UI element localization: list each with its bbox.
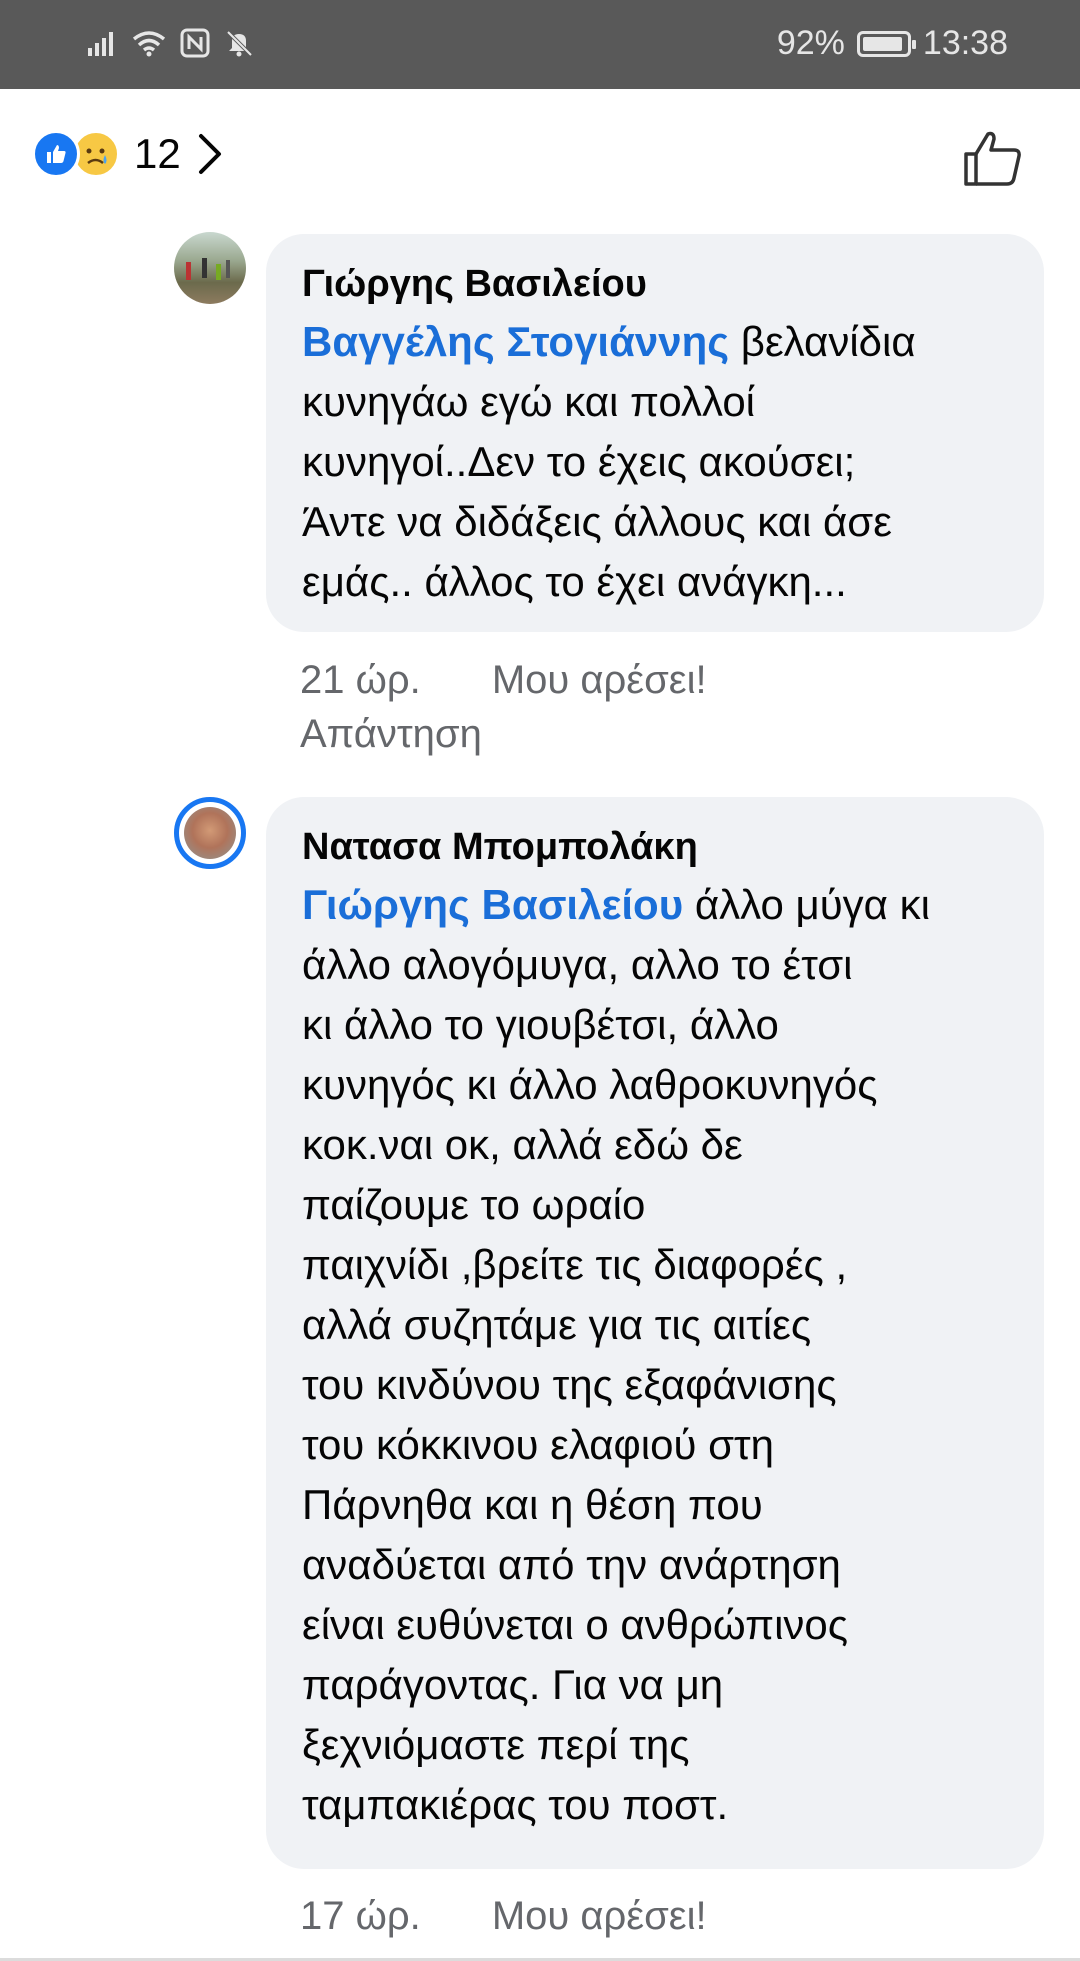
comment-line: βελανίδια: [729, 318, 916, 365]
comment-line: του κινδύνου της εξαφάνισης: [302, 1361, 837, 1408]
comment-line: κυνηγοί..Δεν το έχεις ακούσει;: [302, 438, 856, 485]
comment-line: παιχνίδι ,βρείτε τις διαφορές ,: [302, 1241, 848, 1288]
reply-link[interactable]: Απάντηση: [300, 712, 482, 757]
comment-text: Βαγγέλης Στογιάννης βελανίδια κυνηγάω εγ…: [302, 312, 1014, 612]
comment-bubble: Γιώργης Βασιλείου Βαγγέλης Στογιάννης βε…: [266, 234, 1044, 632]
comment-line: παράγοντας. Για να μη: [302, 1661, 724, 1708]
comment-bubble: Νατασα Μπομπολάκη Γιώργης Βασιλείου άλλο…: [266, 797, 1044, 1869]
like-reaction-icon: [32, 130, 80, 178]
comment-line: παίζουμε το ωραίο: [302, 1181, 646, 1228]
status-bar: 92% 13:38: [0, 0, 1080, 89]
status-icons-left: [88, 28, 254, 58]
nfc-icon: [180, 28, 210, 58]
comment-line: Άντε να διδάξεις άλλους και άσε: [302, 498, 892, 545]
avatar[interactable]: [174, 797, 246, 869]
like-link[interactable]: Μου αρέσει!: [492, 1894, 707, 1938]
comment-line: Πάρνηθα και η θέση που: [302, 1481, 763, 1528]
clock: 13:38: [922, 24, 1008, 62]
like-button-icon[interactable]: [962, 128, 1024, 188]
signal-icon: [88, 32, 113, 56]
battery-percent: 92%: [776, 24, 845, 62]
battery-icon: [856, 30, 916, 57]
comment-author[interactable]: Γιώργης Βασιλείου: [302, 256, 1014, 312]
battery-level: [862, 36, 902, 51]
comment-time: 21 ώρ.: [300, 658, 421, 702]
mention-link[interactable]: Βαγγέλης Στογιάννης: [302, 318, 729, 365]
comment-meta: 17 ώρ. Μου αρέσει!: [300, 1888, 767, 1944]
reaction-summary[interactable]: 12: [32, 130, 223, 178]
like-link[interactable]: Μου αρέσει!: [492, 658, 707, 702]
comment-line: αναδύεται από την ανάρτηση: [302, 1541, 841, 1588]
mute-bell-icon: [226, 30, 253, 57]
avatar[interactable]: [174, 232, 246, 304]
comment-line: κι άλλο το γιουβέτσι, άλλο: [302, 1001, 779, 1048]
comment-text: Γιώργης Βασιλείου άλλο μύγα κι άλλο αλογ…: [302, 875, 1014, 1835]
comment-author[interactable]: Νατασα Μπομπολάκη: [302, 819, 1014, 875]
status-icons-right: 92% 13:38: [777, 24, 1008, 63]
comment-time: 17 ώρ.: [300, 1894, 421, 1938]
comment-line: του κόκκινου ελαφιού στη: [302, 1421, 774, 1468]
reaction-count: 12: [134, 130, 181, 177]
comment-line: αλλά συζητάμε για τις αιτίες: [302, 1301, 812, 1348]
comment-line: κοκ.ναι οκ, αλλά εδώ δε: [302, 1121, 743, 1168]
wifi-icon: [132, 31, 166, 57]
comment-line: άλλο αλογόμυγα, αλλο το έτσι: [302, 941, 853, 988]
chevron-right-icon: [198, 134, 221, 174]
mention-link[interactable]: Γιώργης Βασιλείου: [302, 881, 683, 928]
comment-line: ταμπακιέρας του ποστ.: [302, 1781, 729, 1828]
comment-line: εμάς.. άλλος το έχει ανάγκη...: [302, 558, 847, 605]
comment-meta: 21 ώρ. Μου αρέσει!: [300, 652, 767, 708]
comment-line: ξεχνιόμαστε περί της: [302, 1721, 690, 1768]
comment-line: είναι ευθύνεται ο ανθρώπινος: [302, 1601, 849, 1648]
comment-line: κυνηγάω εγώ και πολλοί: [302, 378, 756, 425]
comment-line: κυνηγός κι άλλο λαθροκυνηγός: [302, 1061, 878, 1108]
comment-line: άλλο μύγα κι: [683, 881, 930, 928]
